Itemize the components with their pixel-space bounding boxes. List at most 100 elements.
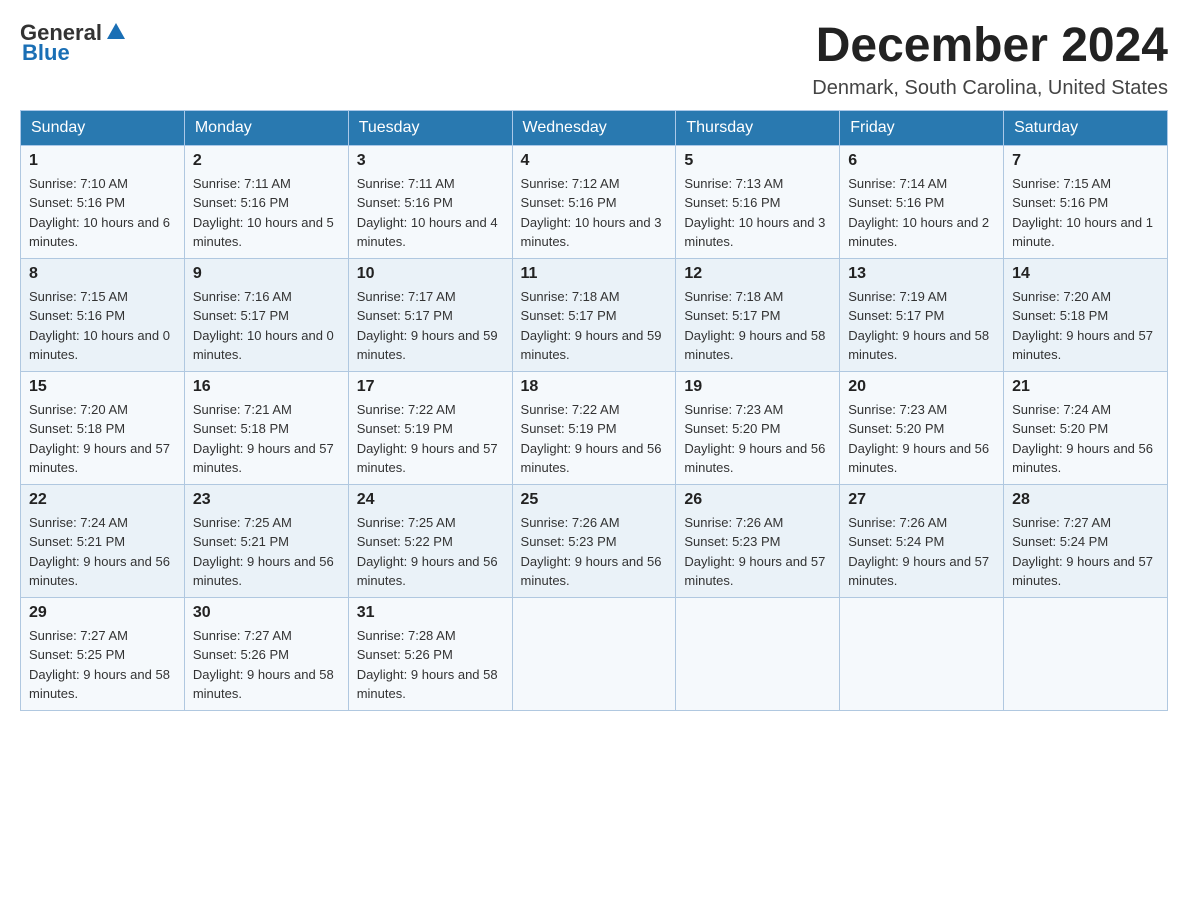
- table-row: 12 Sunrise: 7:18 AM Sunset: 5:17 PM Dayl…: [676, 258, 840, 371]
- day-number: 5: [684, 152, 831, 170]
- day-info: Sunrise: 7:23 AM Sunset: 5:20 PM Dayligh…: [684, 400, 831, 478]
- day-number: 3: [357, 152, 504, 170]
- table-row: 24 Sunrise: 7:25 AM Sunset: 5:22 PM Dayl…: [348, 484, 512, 597]
- calendar-week-4: 22 Sunrise: 7:24 AM Sunset: 5:21 PM Dayl…: [21, 484, 1168, 597]
- day-info: Sunrise: 7:22 AM Sunset: 5:19 PM Dayligh…: [521, 400, 668, 478]
- day-number: 26: [684, 491, 831, 509]
- day-number: 17: [357, 378, 504, 396]
- day-number: 16: [193, 378, 340, 396]
- day-number: 19: [684, 378, 831, 396]
- day-info: Sunrise: 7:26 AM Sunset: 5:23 PM Dayligh…: [521, 513, 668, 591]
- header-wednesday: Wednesday: [512, 110, 676, 145]
- logo-blue-text: Blue: [22, 40, 70, 66]
- day-info: Sunrise: 7:26 AM Sunset: 5:23 PM Dayligh…: [684, 513, 831, 591]
- day-number: 27: [848, 491, 995, 509]
- day-info: Sunrise: 7:17 AM Sunset: 5:17 PM Dayligh…: [357, 287, 504, 365]
- calendar-table: Sunday Monday Tuesday Wednesday Thursday…: [20, 110, 1168, 711]
- table-row: 9 Sunrise: 7:16 AM Sunset: 5:17 PM Dayli…: [184, 258, 348, 371]
- calendar-week-2: 8 Sunrise: 7:15 AM Sunset: 5:16 PM Dayli…: [21, 258, 1168, 371]
- day-number: 9: [193, 265, 340, 283]
- header-thursday: Thursday: [676, 110, 840, 145]
- calendar-week-1: 1 Sunrise: 7:10 AM Sunset: 5:16 PM Dayli…: [21, 145, 1168, 258]
- header-friday: Friday: [840, 110, 1004, 145]
- table-row: 20 Sunrise: 7:23 AM Sunset: 5:20 PM Dayl…: [840, 371, 1004, 484]
- day-number: 25: [521, 491, 668, 509]
- table-row: 18 Sunrise: 7:22 AM Sunset: 5:19 PM Dayl…: [512, 371, 676, 484]
- day-number: 28: [1012, 491, 1159, 509]
- day-info: Sunrise: 7:18 AM Sunset: 5:17 PM Dayligh…: [521, 287, 668, 365]
- calendar-header-row: Sunday Monday Tuesday Wednesday Thursday…: [21, 110, 1168, 145]
- day-info: Sunrise: 7:15 AM Sunset: 5:16 PM Dayligh…: [1012, 174, 1159, 252]
- table-row: [512, 597, 676, 710]
- day-number: 18: [521, 378, 668, 396]
- table-row: 11 Sunrise: 7:18 AM Sunset: 5:17 PM Dayl…: [512, 258, 676, 371]
- table-row: 5 Sunrise: 7:13 AM Sunset: 5:16 PM Dayli…: [676, 145, 840, 258]
- day-info: Sunrise: 7:27 AM Sunset: 5:24 PM Dayligh…: [1012, 513, 1159, 591]
- location-subtitle: Denmark, South Carolina, United States: [812, 77, 1168, 100]
- day-info: Sunrise: 7:20 AM Sunset: 5:18 PM Dayligh…: [1012, 287, 1159, 365]
- table-row: 29 Sunrise: 7:27 AM Sunset: 5:25 PM Dayl…: [21, 597, 185, 710]
- day-number: 30: [193, 604, 340, 622]
- table-row: 23 Sunrise: 7:25 AM Sunset: 5:21 PM Dayl…: [184, 484, 348, 597]
- table-row: 19 Sunrise: 7:23 AM Sunset: 5:20 PM Dayl…: [676, 371, 840, 484]
- day-number: 11: [521, 265, 668, 283]
- day-info: Sunrise: 7:11 AM Sunset: 5:16 PM Dayligh…: [357, 174, 504, 252]
- calendar-week-5: 29 Sunrise: 7:27 AM Sunset: 5:25 PM Dayl…: [21, 597, 1168, 710]
- table-row: [1004, 597, 1168, 710]
- day-info: Sunrise: 7:16 AM Sunset: 5:17 PM Dayligh…: [193, 287, 340, 365]
- title-section: December 2024 Denmark, South Carolina, U…: [812, 20, 1168, 100]
- table-row: 13 Sunrise: 7:19 AM Sunset: 5:17 PM Dayl…: [840, 258, 1004, 371]
- table-row: 22 Sunrise: 7:24 AM Sunset: 5:21 PM Dayl…: [21, 484, 185, 597]
- day-number: 15: [29, 378, 176, 396]
- day-number: 1: [29, 152, 176, 170]
- table-row: 8 Sunrise: 7:15 AM Sunset: 5:16 PM Dayli…: [21, 258, 185, 371]
- table-row: 16 Sunrise: 7:21 AM Sunset: 5:18 PM Dayl…: [184, 371, 348, 484]
- header-monday: Monday: [184, 110, 348, 145]
- day-number: 31: [357, 604, 504, 622]
- logo-triangle-icon: [105, 21, 127, 43]
- day-number: 24: [357, 491, 504, 509]
- day-number: 12: [684, 265, 831, 283]
- header-tuesday: Tuesday: [348, 110, 512, 145]
- day-number: 6: [848, 152, 995, 170]
- day-info: Sunrise: 7:11 AM Sunset: 5:16 PM Dayligh…: [193, 174, 340, 252]
- day-number: 2: [193, 152, 340, 170]
- day-number: 21: [1012, 378, 1159, 396]
- day-number: 7: [1012, 152, 1159, 170]
- day-info: Sunrise: 7:24 AM Sunset: 5:20 PM Dayligh…: [1012, 400, 1159, 478]
- day-info: Sunrise: 7:14 AM Sunset: 5:16 PM Dayligh…: [848, 174, 995, 252]
- table-row: 4 Sunrise: 7:12 AM Sunset: 5:16 PM Dayli…: [512, 145, 676, 258]
- table-row: 17 Sunrise: 7:22 AM Sunset: 5:19 PM Dayl…: [348, 371, 512, 484]
- day-info: Sunrise: 7:12 AM Sunset: 5:16 PM Dayligh…: [521, 174, 668, 252]
- table-row: 25 Sunrise: 7:26 AM Sunset: 5:23 PM Dayl…: [512, 484, 676, 597]
- header-saturday: Saturday: [1004, 110, 1168, 145]
- day-info: Sunrise: 7:27 AM Sunset: 5:25 PM Dayligh…: [29, 626, 176, 704]
- day-number: 20: [848, 378, 995, 396]
- table-row: 30 Sunrise: 7:27 AM Sunset: 5:26 PM Dayl…: [184, 597, 348, 710]
- day-info: Sunrise: 7:10 AM Sunset: 5:16 PM Dayligh…: [29, 174, 176, 252]
- day-number: 4: [521, 152, 668, 170]
- day-info: Sunrise: 7:21 AM Sunset: 5:18 PM Dayligh…: [193, 400, 340, 478]
- day-info: Sunrise: 7:25 AM Sunset: 5:21 PM Dayligh…: [193, 513, 340, 591]
- day-info: Sunrise: 7:27 AM Sunset: 5:26 PM Dayligh…: [193, 626, 340, 704]
- table-row: 15 Sunrise: 7:20 AM Sunset: 5:18 PM Dayl…: [21, 371, 185, 484]
- day-info: Sunrise: 7:20 AM Sunset: 5:18 PM Dayligh…: [29, 400, 176, 478]
- header-sunday: Sunday: [21, 110, 185, 145]
- table-row: 26 Sunrise: 7:26 AM Sunset: 5:23 PM Dayl…: [676, 484, 840, 597]
- month-title: December 2024: [812, 20, 1168, 73]
- table-row: 7 Sunrise: 7:15 AM Sunset: 5:16 PM Dayli…: [1004, 145, 1168, 258]
- day-info: Sunrise: 7:24 AM Sunset: 5:21 PM Dayligh…: [29, 513, 176, 591]
- table-row: 3 Sunrise: 7:11 AM Sunset: 5:16 PM Dayli…: [348, 145, 512, 258]
- table-row: 27 Sunrise: 7:26 AM Sunset: 5:24 PM Dayl…: [840, 484, 1004, 597]
- day-info: Sunrise: 7:19 AM Sunset: 5:17 PM Dayligh…: [848, 287, 995, 365]
- table-row: 21 Sunrise: 7:24 AM Sunset: 5:20 PM Dayl…: [1004, 371, 1168, 484]
- day-info: Sunrise: 7:18 AM Sunset: 5:17 PM Dayligh…: [684, 287, 831, 365]
- table-row: 1 Sunrise: 7:10 AM Sunset: 5:16 PM Dayli…: [21, 145, 185, 258]
- table-row: [676, 597, 840, 710]
- day-number: 29: [29, 604, 176, 622]
- day-info: Sunrise: 7:13 AM Sunset: 5:16 PM Dayligh…: [684, 174, 831, 252]
- day-info: Sunrise: 7:15 AM Sunset: 5:16 PM Dayligh…: [29, 287, 176, 365]
- day-number: 8: [29, 265, 176, 283]
- table-row: 6 Sunrise: 7:14 AM Sunset: 5:16 PM Dayli…: [840, 145, 1004, 258]
- day-info: Sunrise: 7:28 AM Sunset: 5:26 PM Dayligh…: [357, 626, 504, 704]
